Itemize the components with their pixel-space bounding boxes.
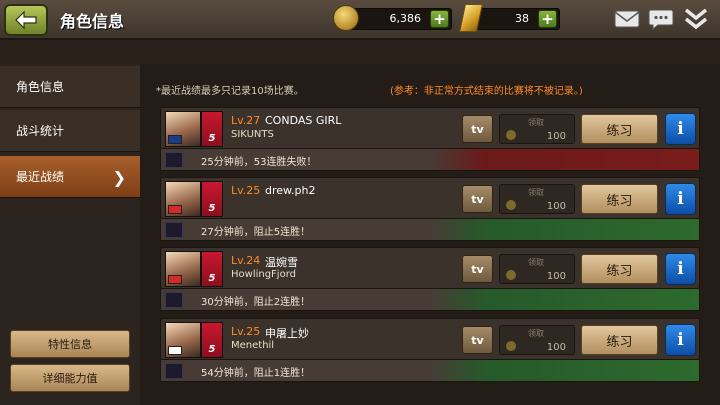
- coin-counter: 6,386 +: [348, 8, 452, 30]
- sidebar-item-label: 最近战绩: [16, 170, 65, 184]
- back-arrow-icon: [15, 10, 37, 30]
- record-result-bar: 54分钟前，阻止1连胜！: [160, 360, 700, 382]
- tier-badge: 5: [201, 181, 223, 217]
- back-button[interactable]: [4, 4, 48, 36]
- item-icon: [165, 152, 183, 168]
- item-icon: [165, 292, 183, 308]
- record-header: 5 Lv.24 温婉雪 HowlingFjord tv 领取 100 练习 i: [160, 247, 700, 289]
- record-result-bar: 27分钟前，阻止5连胜！: [160, 219, 700, 241]
- record-result-bar: 25分钟前，53连胜失败！: [160, 149, 700, 171]
- practice-button[interactable]: 练习: [581, 114, 658, 144]
- tier-badge: 5: [201, 251, 223, 287]
- opponent-portrait[interactable]: [165, 181, 201, 217]
- tier-badge: 5: [201, 111, 223, 147]
- chevron-down-icon[interactable]: [683, 7, 709, 31]
- mail-icon[interactable]: [614, 7, 640, 31]
- opponent-portrait[interactable]: [165, 251, 201, 287]
- record-result-bar: 30分钟前，阻止2连胜！: [160, 289, 700, 311]
- opponent-level: Lv.25: [231, 184, 261, 197]
- claim-reward-box: 领取 100: [499, 254, 575, 284]
- sidebar-item-battle-stats[interactable]: 战斗统计: [0, 110, 140, 152]
- opponent-server: HowlingFjord: [231, 269, 296, 280]
- claim-reward-box: 领取 100: [499, 325, 575, 355]
- practice-button[interactable]: 练习: [581, 325, 658, 355]
- match-result-text: 30分钟前，阻止2连胜！: [201, 297, 311, 308]
- match-result-text: 27分钟前，阻止5连胜！: [201, 227, 311, 238]
- claim-label: 领取: [528, 188, 544, 197]
- opponent-name: 温婉雪: [265, 256, 298, 269]
- claim-reward-box: 领取 100: [499, 184, 575, 214]
- item-icon: [165, 363, 183, 379]
- claim-label: 领取: [528, 258, 544, 267]
- traits-info-button[interactable]: 特性信息: [10, 330, 130, 358]
- coin-icon: [506, 130, 516, 140]
- practice-button[interactable]: 练习: [581, 184, 658, 214]
- records-limit-note: *最近战绩最多只记录10场比赛。: [156, 86, 304, 97]
- claim-label: 领取: [528, 118, 544, 127]
- opponent-portrait[interactable]: [165, 322, 201, 358]
- opponent-level: Lv.24: [231, 254, 261, 267]
- sidebar-item-label: 战斗统计: [16, 124, 65, 138]
- practice-button[interactable]: 练习: [581, 254, 658, 284]
- record-row: 5 Lv.25 drew.ph2 tv 领取 100 练习 i 27分钟前，阻止…: [160, 177, 700, 241]
- add-gold-button[interactable]: +: [538, 10, 557, 28]
- coin-amount: 6,386: [389, 12, 422, 25]
- chat-icon[interactable]: [648, 7, 674, 31]
- top-bar: 角色信息 6,386 + 38 +: [0, 0, 720, 40]
- country-flag-icon: [168, 205, 182, 214]
- info-button[interactable]: i: [665, 253, 696, 285]
- add-coins-button[interactable]: +: [430, 10, 449, 28]
- detailed-stats-button[interactable]: 详细能力值: [10, 364, 130, 392]
- tier-badge: 5: [201, 322, 223, 358]
- opponent-name: drew.ph2: [265, 184, 316, 197]
- record-header: 5 Lv.25 申屠上妙 Menethil tv 领取 100 练习 i: [160, 318, 700, 360]
- sidebar-item-label: 角色信息: [16, 80, 65, 94]
- opponent-name: 申屠上妙: [265, 327, 309, 340]
- record-header: 5 Lv.25 drew.ph2 tv 领取 100 练习 i: [160, 177, 700, 219]
- replay-tv-button[interactable]: tv: [462, 185, 493, 213]
- replay-tv-button[interactable]: tv: [462, 115, 493, 143]
- opponent-portrait[interactable]: [165, 111, 201, 147]
- info-button[interactable]: i: [665, 113, 696, 145]
- chevron-right-icon: ❯: [112, 168, 126, 187]
- match-result-text: 25分钟前，53连胜失败！: [201, 157, 317, 168]
- coin-icon: [506, 270, 516, 280]
- page-title: 角色信息: [60, 12, 125, 31]
- sidebar: 角色信息 战斗统计 最近战绩 ❯ 特性信息 详细能力值: [0, 64, 140, 405]
- country-flag-icon: [168, 346, 182, 355]
- opponent-server: SIKUNTS: [231, 129, 274, 140]
- record-row: 5 Lv.24 温婉雪 HowlingFjord tv 领取 100 练习 i …: [160, 247, 700, 311]
- match-result-text: 54分钟前，阻止1连胜！: [201, 368, 311, 379]
- reward-amount: 100: [546, 271, 566, 282]
- records-reference-note: (参考：非正常方式结束的比赛将不被记录。): [390, 86, 583, 97]
- info-button[interactable]: i: [665, 183, 696, 215]
- opponent-server: Menethil: [231, 340, 275, 351]
- record-row: 5 Lv.27 CONDAS GIRL SIKUNTS tv 领取 100 练习…: [160, 107, 700, 171]
- reward-amount: 100: [546, 201, 566, 212]
- sidebar-item-character-info[interactable]: 角色信息: [0, 66, 140, 108]
- country-flag-icon: [168, 135, 182, 144]
- claim-reward-box: 领取 100: [499, 114, 575, 144]
- opponent-level: Lv.27: [231, 114, 261, 127]
- replay-tv-button[interactable]: tv: [462, 255, 493, 283]
- opponent-level: Lv.25: [231, 325, 261, 338]
- gold-amount: 38: [515, 12, 529, 25]
- opponent-name: CONDAS GIRL: [265, 114, 342, 127]
- main-panel: *最近战绩最多只记录10场比赛。 (参考：非正常方式结束的比赛将不被记录。) 5…: [140, 64, 720, 405]
- coin-icon: [506, 341, 516, 351]
- item-icon: [165, 222, 183, 238]
- coin-icon: [506, 200, 516, 210]
- sidebar-item-recent-records[interactable]: 最近战绩 ❯: [0, 156, 140, 198]
- claim-label: 领取: [528, 329, 544, 338]
- reward-amount: 100: [546, 342, 566, 353]
- record-row: 5 Lv.25 申屠上妙 Menethil tv 领取 100 练习 i 54分…: [160, 318, 700, 382]
- reward-amount: 100: [546, 131, 566, 142]
- record-header: 5 Lv.27 CONDAS GIRL SIKUNTS tv 领取 100 练习…: [160, 107, 700, 149]
- replay-tv-button[interactable]: tv: [462, 326, 493, 354]
- gold-counter: 38 +: [472, 8, 560, 30]
- coin-icon: [333, 5, 359, 31]
- country-flag-icon: [168, 275, 182, 284]
- info-button[interactable]: i: [665, 324, 696, 356]
